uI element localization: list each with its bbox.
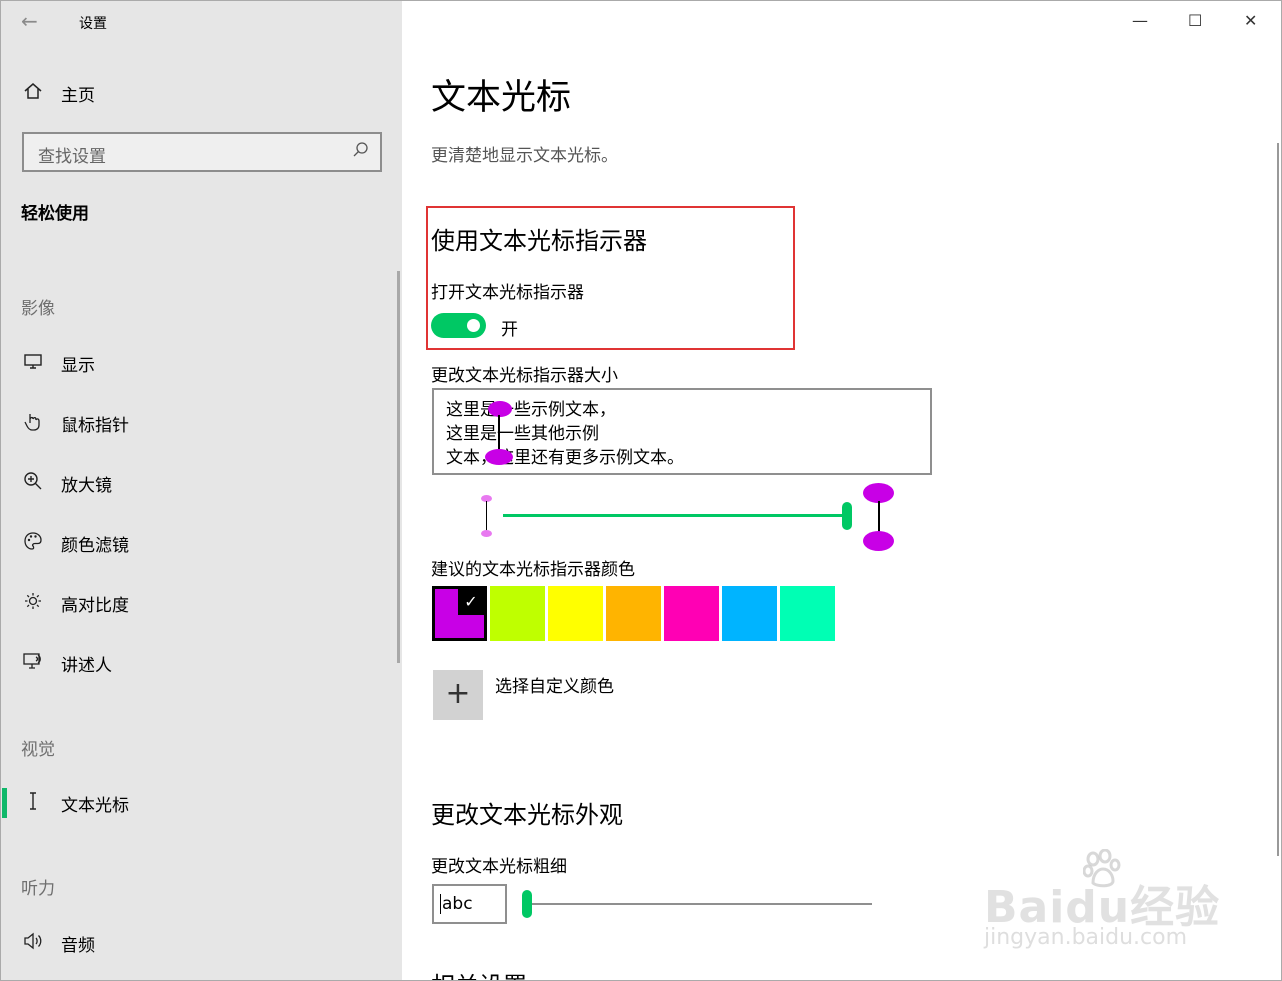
sample-line: 这里是一些示例文本， [446,400,616,420]
mouse-pointer-icon [21,410,45,436]
magnifier-icon [21,471,45,495]
cursor-indicator-line [498,415,500,453]
brightness-icon [21,591,45,615]
watermark-url: jingyan.baidu.com [984,925,1188,950]
close-button[interactable]: ✕ [1244,11,1257,30]
sidebar-scrollbar[interactable] [397,271,400,663]
color-swatch[interactable] [606,586,661,641]
minimize-button[interactable]: — [1132,11,1148,30]
size-slider-thumb[interactable] [842,502,852,530]
custom-color-label[interactable]: 选择自定义颜色 [495,672,614,697]
toggle-knob [467,319,480,332]
large-indicator-icon [863,483,894,503]
thickness-label: 更改文本光标粗细 [431,857,567,877]
sidebar-item-text-cursor[interactable]: 文本光标 [1,783,402,823]
sidebar-item-label: 高对比度 [61,595,129,616]
color-filter-icon [21,531,45,555]
color-swatch[interactable] [490,586,545,641]
sidebar-item-home[interactable]: 主页 [1,73,402,113]
sidebar-item-label: 文本光标 [61,795,129,816]
sidebar-item-magnifier[interactable]: 放大镜 [1,463,402,503]
speaker-icon [21,931,45,955]
sidebar-item-audio[interactable]: 音频 [1,923,402,963]
large-indicator-bottom [863,531,894,551]
sidebar-item-label: 颜色滤镜 [61,535,129,556]
sidebar-item-color-filter[interactable]: 颜色滤镜 [1,523,402,563]
small-indicator-line [486,501,487,531]
appearance-title: 更改文本光标外观 [431,801,623,829]
size-slider-track[interactable] [503,514,843,517]
color-swatch[interactable]: ✓ [432,586,487,641]
section-hearing: 听力 [21,879,55,899]
sidebar-item-label: 主页 [61,85,95,106]
color-swatch[interactable] [722,586,777,641]
sidebar-item-label: 放大镜 [61,475,112,496]
text-cursor-icon [21,791,45,815]
indicator-section-title: 使用文本光标指示器 [431,227,647,255]
toggle-state-text: 开 [501,320,518,340]
toggle-label: 打开文本光标指示器 [431,283,584,303]
settings-window: ← 设置 主页 查找设置 轻松使用 影像 显示 鼠标指针 放大镜 颜色滤镜 高对… [0,0,1282,981]
thickness-slider-thumb[interactable] [522,890,532,918]
sidebar-item-mouse-pointer[interactable]: 鼠标指针 [1,403,402,443]
color-swatch[interactable] [780,586,835,641]
sidebar-item-display[interactable]: 显示 [1,343,402,383]
plus-icon: + [445,676,471,711]
thickness-preview: abc [432,884,507,924]
color-swatch[interactable] [664,586,719,641]
color-swatches: ✓ [432,586,838,641]
sidebar-item-label: 鼠标指针 [61,415,129,436]
thickness-preview-text: abc [442,894,473,914]
app-title: 设置 [79,16,107,32]
section-vision: 影像 [21,299,55,319]
minimize-icon: — [1132,11,1148,30]
sidebar-item-narrator[interactable]: 讲述人 [1,643,402,683]
maximize-icon: ☐ [1188,11,1203,30]
sidebar-item-label: 讲述人 [61,655,112,676]
color-label: 建议的文本光标指示器颜色 [431,560,635,580]
home-icon [21,81,45,105]
sidebar-item-high-contrast[interactable]: 高对比度 [1,583,402,623]
page-description: 更清楚地显示文本光标。 [431,146,618,166]
custom-color-button[interactable]: + [433,670,483,720]
sample-line: 这里是一些其他示例 [446,424,599,444]
indicator-toggle[interactable] [431,313,486,338]
page-title: 文本光标 [431,78,572,118]
search-placeholder: 查找设置 [38,147,106,167]
caret [440,894,441,914]
size-label: 更改文本光标指示器大小 [431,366,618,386]
large-indicator-line [878,501,880,533]
search-input[interactable]: 查找设置 [22,132,382,172]
sidebar-item-label: 显示 [61,355,95,376]
search-icon [352,141,370,164]
group-title: 轻松使用 [21,204,89,224]
sidebar: ← 设置 主页 查找设置 轻松使用 影像 显示 鼠标指针 放大镜 颜色滤镜 高对… [1,1,402,980]
sidebar-item-label: 音频 [61,935,95,956]
related-settings-title: 相关设置 [431,966,527,980]
small-indicator-bottom [481,530,492,537]
maximize-button[interactable]: ☐ [1188,11,1202,30]
cursor-indicator-top [488,401,512,417]
back-arrow-icon: ← [21,9,38,33]
section-visual: 视觉 [21,740,55,760]
sample-line: 文本，这里还有更多示例文本。 [446,448,684,468]
close-icon: ✕ [1244,11,1258,30]
main-scrollbar[interactable] [1277,143,1279,856]
checkmark-icon: ✓ [458,589,484,615]
cursor-indicator-bottom [485,449,513,465]
display-icon [21,352,45,374]
thickness-slider-track[interactable] [531,903,872,905]
color-swatch[interactable] [548,586,603,641]
narrator-icon [21,651,45,675]
back-button[interactable]: ← [21,9,38,33]
